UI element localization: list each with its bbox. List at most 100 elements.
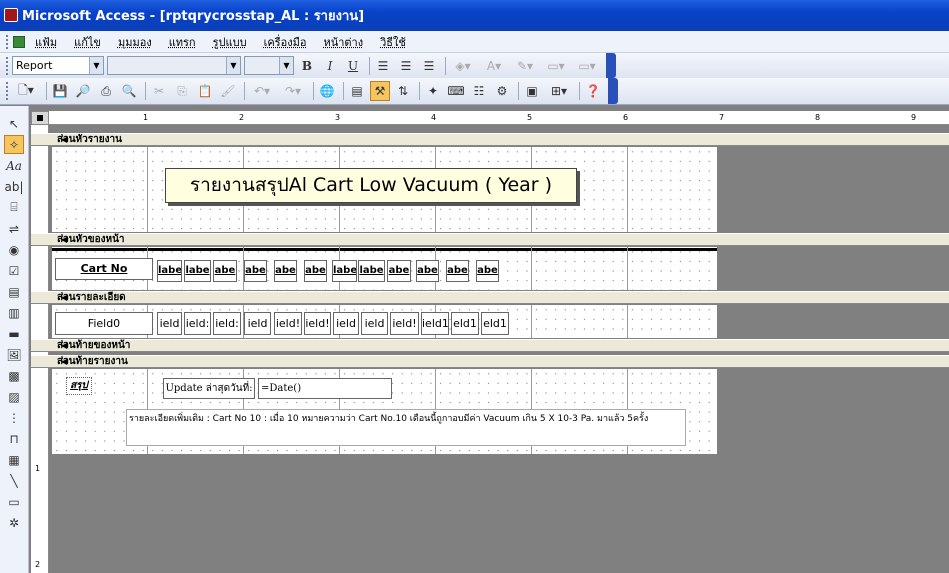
font-color-icon[interactable]: A▾ — [480, 56, 508, 76]
field0-textbox[interactable]: Field0 — [55, 312, 153, 335]
detail-field-textbox[interactable]: ield: — [184, 312, 211, 335]
detail-field-textbox[interactable]: ield! — [390, 312, 419, 335]
update-label[interactable]: Update ล่าสุดวันที่: — [163, 378, 255, 399]
update-date-textbox[interactable]: =Date() — [258, 378, 392, 399]
toolbar-grip[interactable] — [6, 82, 9, 100]
band-report-footer[interactable]: ส่วนท้ายรายงาน — [31, 355, 949, 368]
image-icon[interactable]: 🖼 — [4, 345, 24, 364]
detail-field-textbox[interactable]: ield! — [304, 312, 331, 335]
chevron-down-icon[interactable]: ▼ — [279, 57, 293, 74]
column-header-label[interactable]: abe — [387, 260, 411, 282]
cut-icon[interactable]: ✂ — [149, 81, 169, 101]
column-header-label[interactable]: abe — [476, 260, 499, 282]
fill-color-icon[interactable]: ◈▾ — [449, 56, 477, 76]
chevron-down-icon[interactable]: ▼ — [226, 57, 240, 74]
column-header-label[interactable]: abe — [213, 260, 237, 282]
toolbox-toggle-icon[interactable]: ⚒ — [370, 81, 390, 101]
section-report-header[interactable]: รายงานสรุปAl Cart Low Vacuum ( Year ) — [52, 147, 717, 232]
section-page-header[interactable]: Cart No labe labe abe abe abe abe labe l… — [52, 247, 717, 290]
italic-icon[interactable]: I — [320, 56, 340, 76]
menu-format[interactable]: รูปแบบ — [213, 33, 247, 51]
build-icon[interactable]: ⚙ — [492, 81, 512, 101]
rectangle-icon[interactable]: ▭ — [4, 492, 24, 511]
bound-frame-icon[interactable]: ▨ — [4, 387, 24, 406]
sorting-grouping-icon[interactable]: ⇅ — [393, 81, 413, 101]
menubar-grip[interactable] — [6, 34, 9, 49]
detail-field-textbox[interactable]: ield1 — [421, 312, 449, 335]
detail-field-textbox[interactable]: ield — [157, 312, 182, 335]
code-icon[interactable]: ⌨ — [446, 81, 466, 101]
detail-field-textbox[interactable]: ield — [333, 312, 359, 335]
column-header-label[interactable]: labe — [358, 260, 385, 282]
menu-insert[interactable]: แทรก — [169, 33, 196, 51]
database-icon[interactable] — [13, 35, 25, 48]
menu-window[interactable]: หน้าต่าง — [323, 33, 363, 51]
option-group-icon[interactable]: ⌸ — [4, 198, 24, 217]
menu-help[interactable]: วิธีใช้ — [380, 33, 406, 51]
detail-field-textbox[interactable]: ield: — [213, 312, 241, 335]
special-effect-icon[interactable]: ▭▾ — [573, 56, 601, 76]
band-page-header[interactable]: ส่วนหัวของหน้า — [31, 233, 949, 246]
column-header-label[interactable]: abe — [244, 260, 267, 282]
align-left-icon[interactable]: ☰ — [373, 56, 393, 76]
toolbar-grip[interactable] — [6, 56, 9, 75]
list-icon[interactable]: ▥ — [4, 303, 24, 322]
pointer-icon[interactable]: ↖ — [4, 114, 24, 133]
copy-icon[interactable]: ⎘ — [172, 81, 192, 101]
toolbar-options-icon[interactable] — [608, 78, 618, 104]
combo-icon[interactable]: ▤ — [4, 282, 24, 301]
detail-field-textbox[interactable]: eld1 — [451, 312, 479, 335]
format-painter-icon[interactable]: 🖌 — [218, 81, 238, 101]
align-center-icon[interactable]: ☰ — [396, 56, 416, 76]
report-title-label[interactable]: รายงานสรุปAl Cart Low Vacuum ( Year ) — [165, 168, 577, 203]
subform-icon[interactable]: ▦ — [4, 450, 24, 469]
menu-edit[interactable]: แก้ไข — [74, 33, 101, 51]
column-header-label[interactable]: abe — [274, 260, 297, 282]
band-page-footer[interactable]: ส่วนท้ายของหน้า — [31, 339, 949, 352]
unbound-frame-icon[interactable]: ▩ — [4, 366, 24, 385]
band-report-header[interactable]: ส่วนหัวรายงาน — [31, 133, 949, 146]
print-icon[interactable]: ⎙ — [96, 81, 116, 101]
checkbox-icon[interactable]: ☑ — [4, 261, 24, 280]
help-icon[interactable]: ❓ — [583, 81, 603, 101]
column-header-label[interactable]: labe — [184, 260, 211, 282]
properties-icon[interactable]: ☷ — [469, 81, 489, 101]
database-window-icon[interactable]: ▣ — [522, 81, 542, 101]
align-right-icon[interactable]: ☰ — [419, 56, 439, 76]
undo-icon[interactable]: ↶▾ — [248, 81, 276, 101]
detail-field-textbox[interactable]: ield — [244, 312, 271, 335]
new-object-icon[interactable]: ⊞▾ — [545, 81, 573, 101]
section-report-footer[interactable]: สรุป Update ล่าสุดวันที่: =Date() รายละเ… — [52, 369, 717, 454]
menu-tools[interactable]: เครื่องมือ — [264, 33, 307, 51]
line-icon[interactable]: ╲ — [4, 471, 24, 490]
cart-no-header-label[interactable]: Cart No — [55, 258, 153, 280]
font-size-combo[interactable]: ▼ — [244, 56, 294, 75]
column-header-label[interactable]: abe — [446, 260, 469, 282]
column-header-label[interactable]: labe — [157, 260, 182, 282]
object-combo[interactable]: Report ▼ — [12, 56, 104, 75]
save-icon[interactable]: 💾 — [50, 81, 70, 101]
underline-icon[interactable]: U — [343, 56, 363, 76]
detail-field-textbox[interactable]: ield — [361, 312, 388, 335]
menu-file[interactable]: แฟ้ม — [35, 33, 57, 51]
section-detail[interactable]: Field0 ield ield: ield: ield ield! ield!… — [52, 305, 717, 338]
view-icon[interactable]: 🗋▾ — [12, 81, 40, 101]
column-header-label[interactable]: labe — [332, 260, 357, 282]
button-icon[interactable]: ▬ — [4, 324, 24, 343]
band-detail[interactable]: ส่วนรายละเอียด — [31, 291, 949, 304]
chevron-down-icon[interactable]: ▼ — [89, 57, 103, 74]
hyperlink-icon[interactable]: 🌐 — [317, 81, 337, 101]
font-combo[interactable]: ▼ — [107, 56, 241, 75]
more-tools-icon[interactable]: ✲ — [4, 513, 24, 532]
summary-label[interactable]: สรุป — [66, 377, 92, 395]
label-icon[interactable]: Aa — [4, 156, 24, 175]
textbox-icon[interactable]: ab| — [4, 177, 24, 196]
wizard-icon[interactable]: ✧ — [4, 135, 24, 154]
report-selector[interactable] — [31, 111, 49, 125]
file-search-icon[interactable]: 🔎 — [73, 81, 93, 101]
print-preview-icon[interactable]: 🔍 — [119, 81, 139, 101]
horizontal-ruler[interactable]: 1 2 3 4 5 6 7 8 9 — [49, 111, 949, 125]
footer-note-label[interactable]: รายละเอียดเพิ่มเติม : Cart No 10 : เมื่อ… — [126, 409, 686, 446]
line-width-icon[interactable]: ▭▾ — [542, 56, 570, 76]
line-color-icon[interactable]: ✎▾ — [511, 56, 539, 76]
